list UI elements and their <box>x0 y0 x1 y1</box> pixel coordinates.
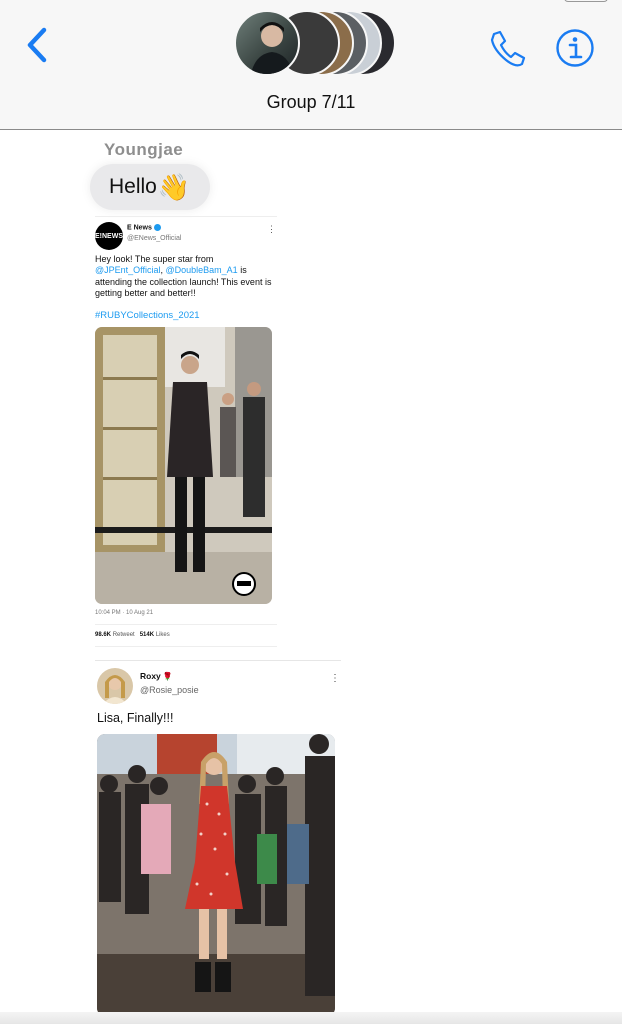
mention-link[interactable]: @JPEnt_Official <box>95 265 161 275</box>
tweet-author-name: E News <box>127 224 161 231</box>
sender-name: Youngjae <box>104 140 184 159</box>
conversation-title[interactable]: Group 7/11 <box>0 92 622 113</box>
divider <box>95 624 277 625</box>
logo-text: E!NEWS <box>95 232 123 240</box>
bottom-edge <box>0 1012 622 1024</box>
tweet-text: Hey look! The super star from @JPEnt_Off… <box>95 254 272 299</box>
conversation-header: Group 7/11 <box>0 0 622 130</box>
hashtag-link[interactable]: #RUBYCollections_2021 <box>95 310 200 321</box>
more-options-icon[interactable]: ⋮ <box>267 224 276 235</box>
tweet-timestamp: 10:04 PM · 10 Aug 21 <box>95 610 154 616</box>
rose-icon: 🌹 <box>162 672 173 681</box>
tweet-author-name: Roxy 🌹 <box>140 671 173 681</box>
tweet-photo[interactable] <box>97 734 335 1016</box>
retweet-label[interactable]: Retweet <box>113 632 135 638</box>
divider <box>95 660 341 661</box>
message-bubble[interactable]: Hello 👋 <box>90 164 210 210</box>
verified-badge-icon <box>153 224 161 231</box>
mention-link[interactable]: @DoubleBam_A1 <box>166 265 238 275</box>
call-button[interactable] <box>486 28 528 70</box>
avatar <box>234 10 300 76</box>
chevron-left-icon <box>27 27 47 63</box>
back-button[interactable] <box>22 26 56 66</box>
avatar[interactable] <box>97 668 133 704</box>
divider <box>95 646 277 647</box>
retweet-count: 98.6K <box>95 632 112 638</box>
waving-hand-icon: 👋 <box>157 171 191 202</box>
info-button[interactable] <box>555 28 595 68</box>
tweet-text: Lisa, Finally!!! <box>97 711 174 725</box>
enews-logo: E!NEWS <box>95 222 123 250</box>
group-avatars[interactable] <box>234 10 396 78</box>
message-text: Hello <box>109 175 157 198</box>
tweet-photo[interactable] <box>95 327 272 604</box>
tweet-stats: 98.6K Retweet 514K Likes <box>95 632 170 638</box>
phone-icon <box>490 30 526 67</box>
like-count: 514K <box>139 632 155 638</box>
info-icon <box>556 29 594 67</box>
tweet-author-handle: @Rosie_posie <box>140 685 199 695</box>
battery-icon <box>564 0 608 2</box>
likes-label[interactable]: Likes <box>156 632 170 638</box>
divider <box>95 216 277 217</box>
more-options-icon[interactable]: ⋮ <box>330 673 340 684</box>
tweet-author-handle: @ENews_Official <box>127 235 182 242</box>
status-bar <box>10 0 90 4</box>
